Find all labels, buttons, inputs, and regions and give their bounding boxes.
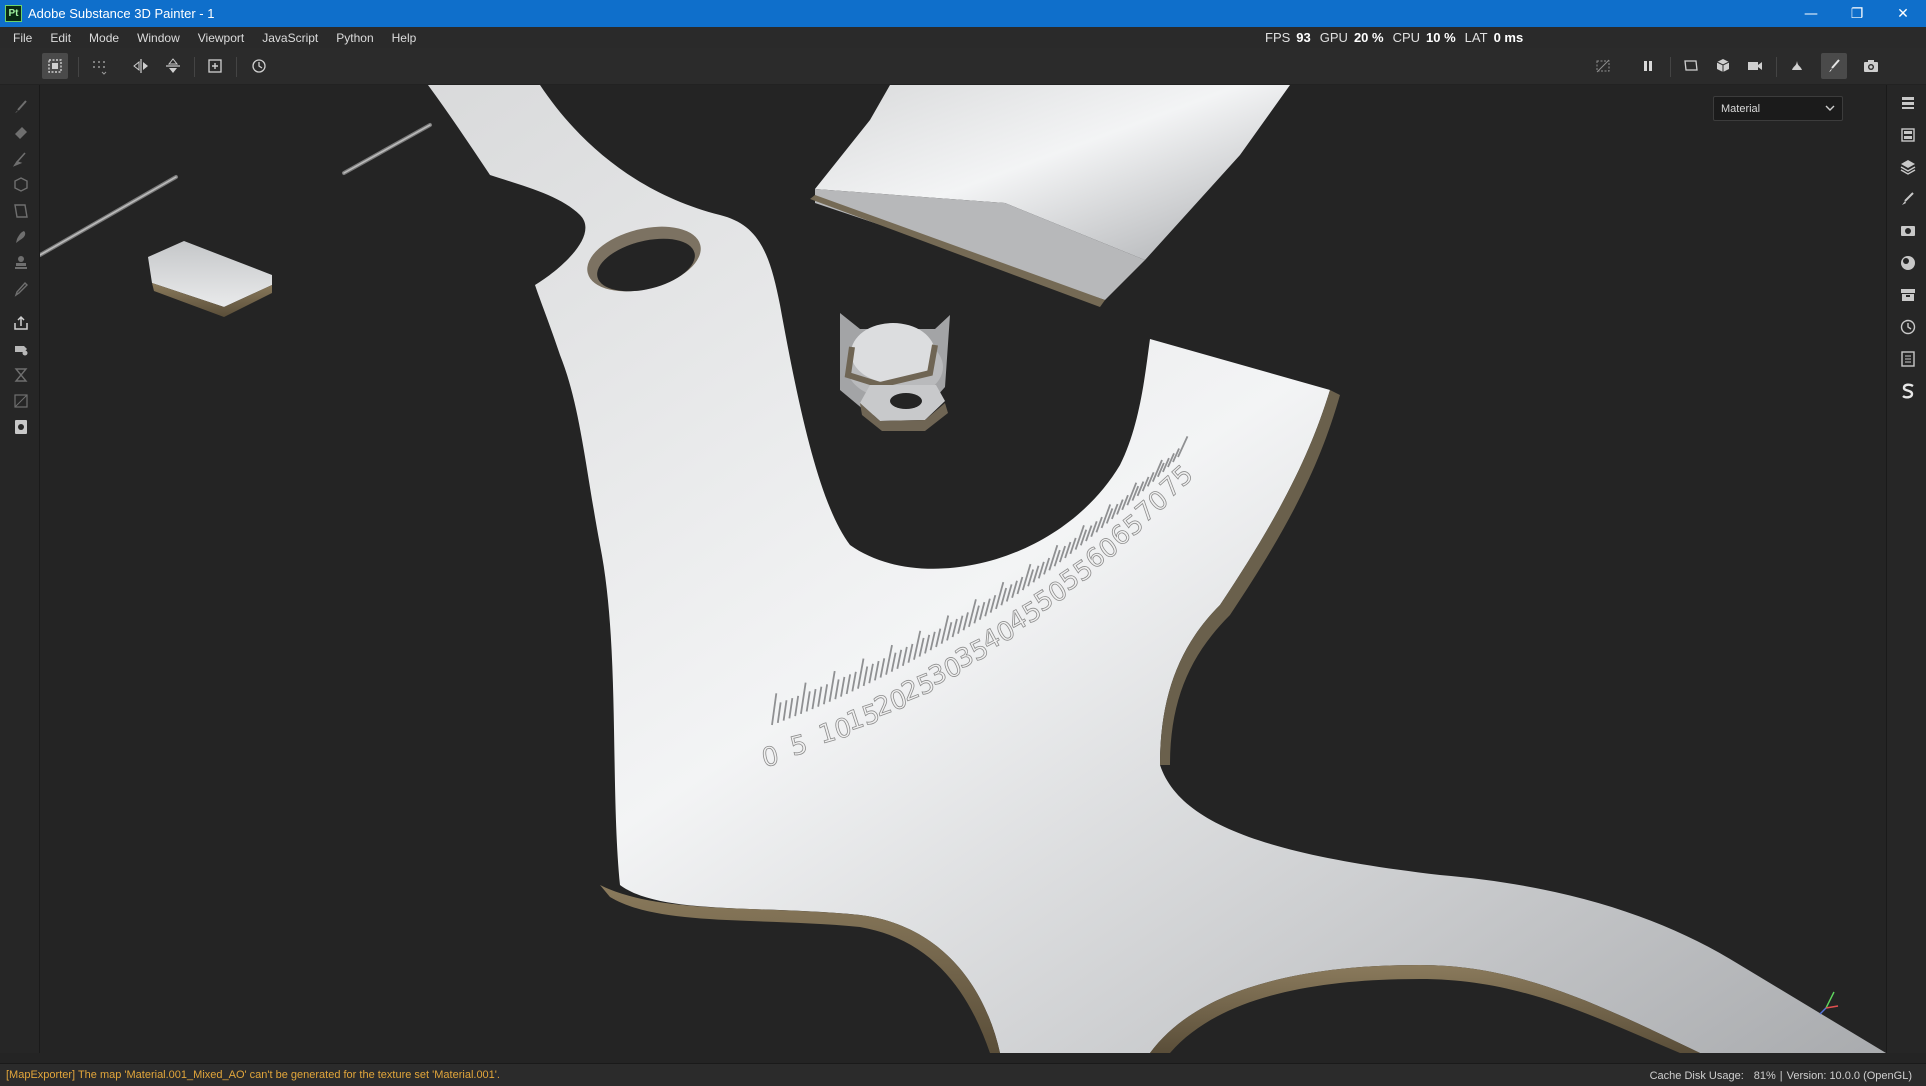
- symmetry-y-icon[interactable]: [160, 53, 186, 79]
- pause-icon[interactable]: [1635, 53, 1661, 79]
- bake-mesh-icon[interactable]: [9, 337, 33, 361]
- menu-help[interactable]: Help: [383, 31, 426, 45]
- toolbar-separator: [236, 57, 237, 77]
- screenshot-camera-icon[interactable]: [1858, 53, 1884, 79]
- layers-icon[interactable]: [1896, 155, 1920, 179]
- cube-view-icon[interactable]: [1710, 53, 1736, 79]
- shader-settings-icon[interactable]: [1896, 251, 1920, 275]
- clone-icon[interactable]: [9, 251, 33, 275]
- menu-window[interactable]: Window: [128, 31, 189, 45]
- cache-disk-label: Cache Disk Usage:: [1649, 1069, 1744, 1082]
- wedge-model: [810, 85, 1290, 307]
- history-icon[interactable]: [1896, 315, 1920, 339]
- paint-icon[interactable]: [9, 95, 33, 119]
- toolbar-separator: [194, 57, 195, 77]
- menu-viewport[interactable]: Viewport: [189, 31, 253, 45]
- toolbar-separator: [1776, 57, 1777, 77]
- bake-icon[interactable]: [1784, 53, 1810, 79]
- selection-mode-icon[interactable]: [42, 53, 68, 79]
- toolbar-separator: [78, 57, 79, 77]
- color-picker-icon[interactable]: [9, 277, 33, 301]
- grid-dots-icon[interactable]: [86, 53, 112, 79]
- symmetry-x-icon[interactable]: [128, 53, 154, 79]
- fps-value: 93: [1296, 30, 1311, 45]
- left-tool-bar: [0, 85, 40, 1053]
- properties-icon[interactable]: [1896, 187, 1920, 211]
- hourglass-icon[interactable]: [9, 363, 33, 387]
- restore-button[interactable]: ❐: [1834, 0, 1880, 27]
- app-window: Pt Adobe Substance 3D Painter - 1 — ❐ ✕ …: [0, 0, 1926, 1086]
- menu-javascript[interactable]: JavaScript: [253, 31, 327, 45]
- bolt-model: [840, 313, 950, 431]
- texture-set-settings-icon[interactable]: [1896, 123, 1920, 147]
- substance-icon[interactable]: [1896, 379, 1920, 403]
- video-camera-icon[interactable]: [1742, 53, 1768, 79]
- add-frame-icon[interactable]: [202, 53, 228, 79]
- cpu-label: CPU: [1392, 30, 1421, 45]
- small-block-model: [148, 241, 272, 317]
- uv-icon[interactable]: [9, 389, 33, 413]
- render-icon[interactable]: [9, 415, 33, 439]
- projection-icon[interactable]: [9, 147, 33, 171]
- status-warning-message[interactable]: [MapExporter] The map 'Material.001_Mixe…: [6, 1069, 500, 1081]
- menu-mode[interactable]: Mode: [80, 31, 128, 45]
- right-panel-bar: [1886, 85, 1926, 1053]
- cpu-value: 10 %: [1426, 30, 1456, 45]
- export-icon[interactable]: [9, 311, 33, 335]
- gpu-value: 20 %: [1353, 30, 1384, 45]
- display-settings-icon[interactable]: [1896, 219, 1920, 243]
- smudge-icon[interactable]: [9, 225, 33, 249]
- log-icon[interactable]: [1896, 347, 1920, 371]
- eraser-icon[interactable]: [9, 121, 33, 145]
- lat-label: LAT: [1464, 30, 1488, 45]
- hide-overlay-icon[interactable]: [1590, 53, 1616, 79]
- version-label: Version: 10.0.0 (OpenGL): [1786, 1069, 1912, 1082]
- assets-icon[interactable]: [1896, 283, 1920, 307]
- menu-edit[interactable]: Edit: [41, 31, 80, 45]
- chevron-down-icon: [1825, 105, 1835, 111]
- viewport-mode-select[interactable]: Material: [1713, 96, 1843, 121]
- lat-value: 0 ms: [1493, 30, 1524, 45]
- top-toolbar: [0, 48, 1926, 85]
- toolbar-separator: [1670, 57, 1671, 77]
- 3d-viewport[interactable]: 0 5 10 15 20 25 30 35 40 45 50 55 60 65 70 75 Material: [40, 85, 1886, 1053]
- performance-readout: FPS 93 GPU 20 % CPU 10 % LAT 0 ms: [1265, 27, 1532, 48]
- menu-file[interactable]: File: [0, 31, 41, 45]
- viewport-scene: 0 5 1015202530354045505560657075: [40, 85, 1886, 1053]
- paint-brush-icon[interactable]: [1821, 53, 1847, 79]
- polygon-fill-icon[interactable]: [9, 199, 33, 223]
- rod-model: [40, 123, 432, 257]
- viewport-mode-value: Material: [1721, 102, 1761, 115]
- cache-disk-value: 81%: [1753, 1069, 1776, 1082]
- camera-frame-icon[interactable]: [1678, 53, 1704, 79]
- app-logo-icon: Pt: [5, 5, 22, 22]
- axis-gizmo-icon: [1819, 991, 1839, 1015]
- reset-history-icon[interactable]: [246, 53, 272, 79]
- window-controls: — ❐ ✕: [1788, 0, 1926, 27]
- minimize-button[interactable]: —: [1788, 0, 1834, 27]
- menu-bar: File Edit Mode Window Viewport JavaScrip…: [0, 27, 1926, 48]
- menu-python[interactable]: Python: [327, 31, 382, 45]
- gpu-label: GPU: [1319, 30, 1348, 45]
- window-title: Adobe Substance 3D Painter - 1: [28, 6, 215, 21]
- texture-set-list-icon[interactable]: [1896, 91, 1920, 115]
- viewport-bottom-edge: [0, 1053, 1926, 1063]
- status-bar: [MapExporter] The map 'Material.001_Mixe…: [0, 1063, 1926, 1086]
- geometry-fill-icon[interactable]: [9, 173, 33, 197]
- title-bar: Pt Adobe Substance 3D Painter - 1 — ❐ ✕: [0, 0, 1926, 27]
- status-divider: |: [1779, 1069, 1783, 1082]
- fps-label: FPS: [1265, 30, 1291, 45]
- status-right-info: Cache Disk Usage: 81% | Version: 10.0.0 …: [1646, 1064, 1912, 1086]
- close-button[interactable]: ✕: [1880, 0, 1926, 27]
